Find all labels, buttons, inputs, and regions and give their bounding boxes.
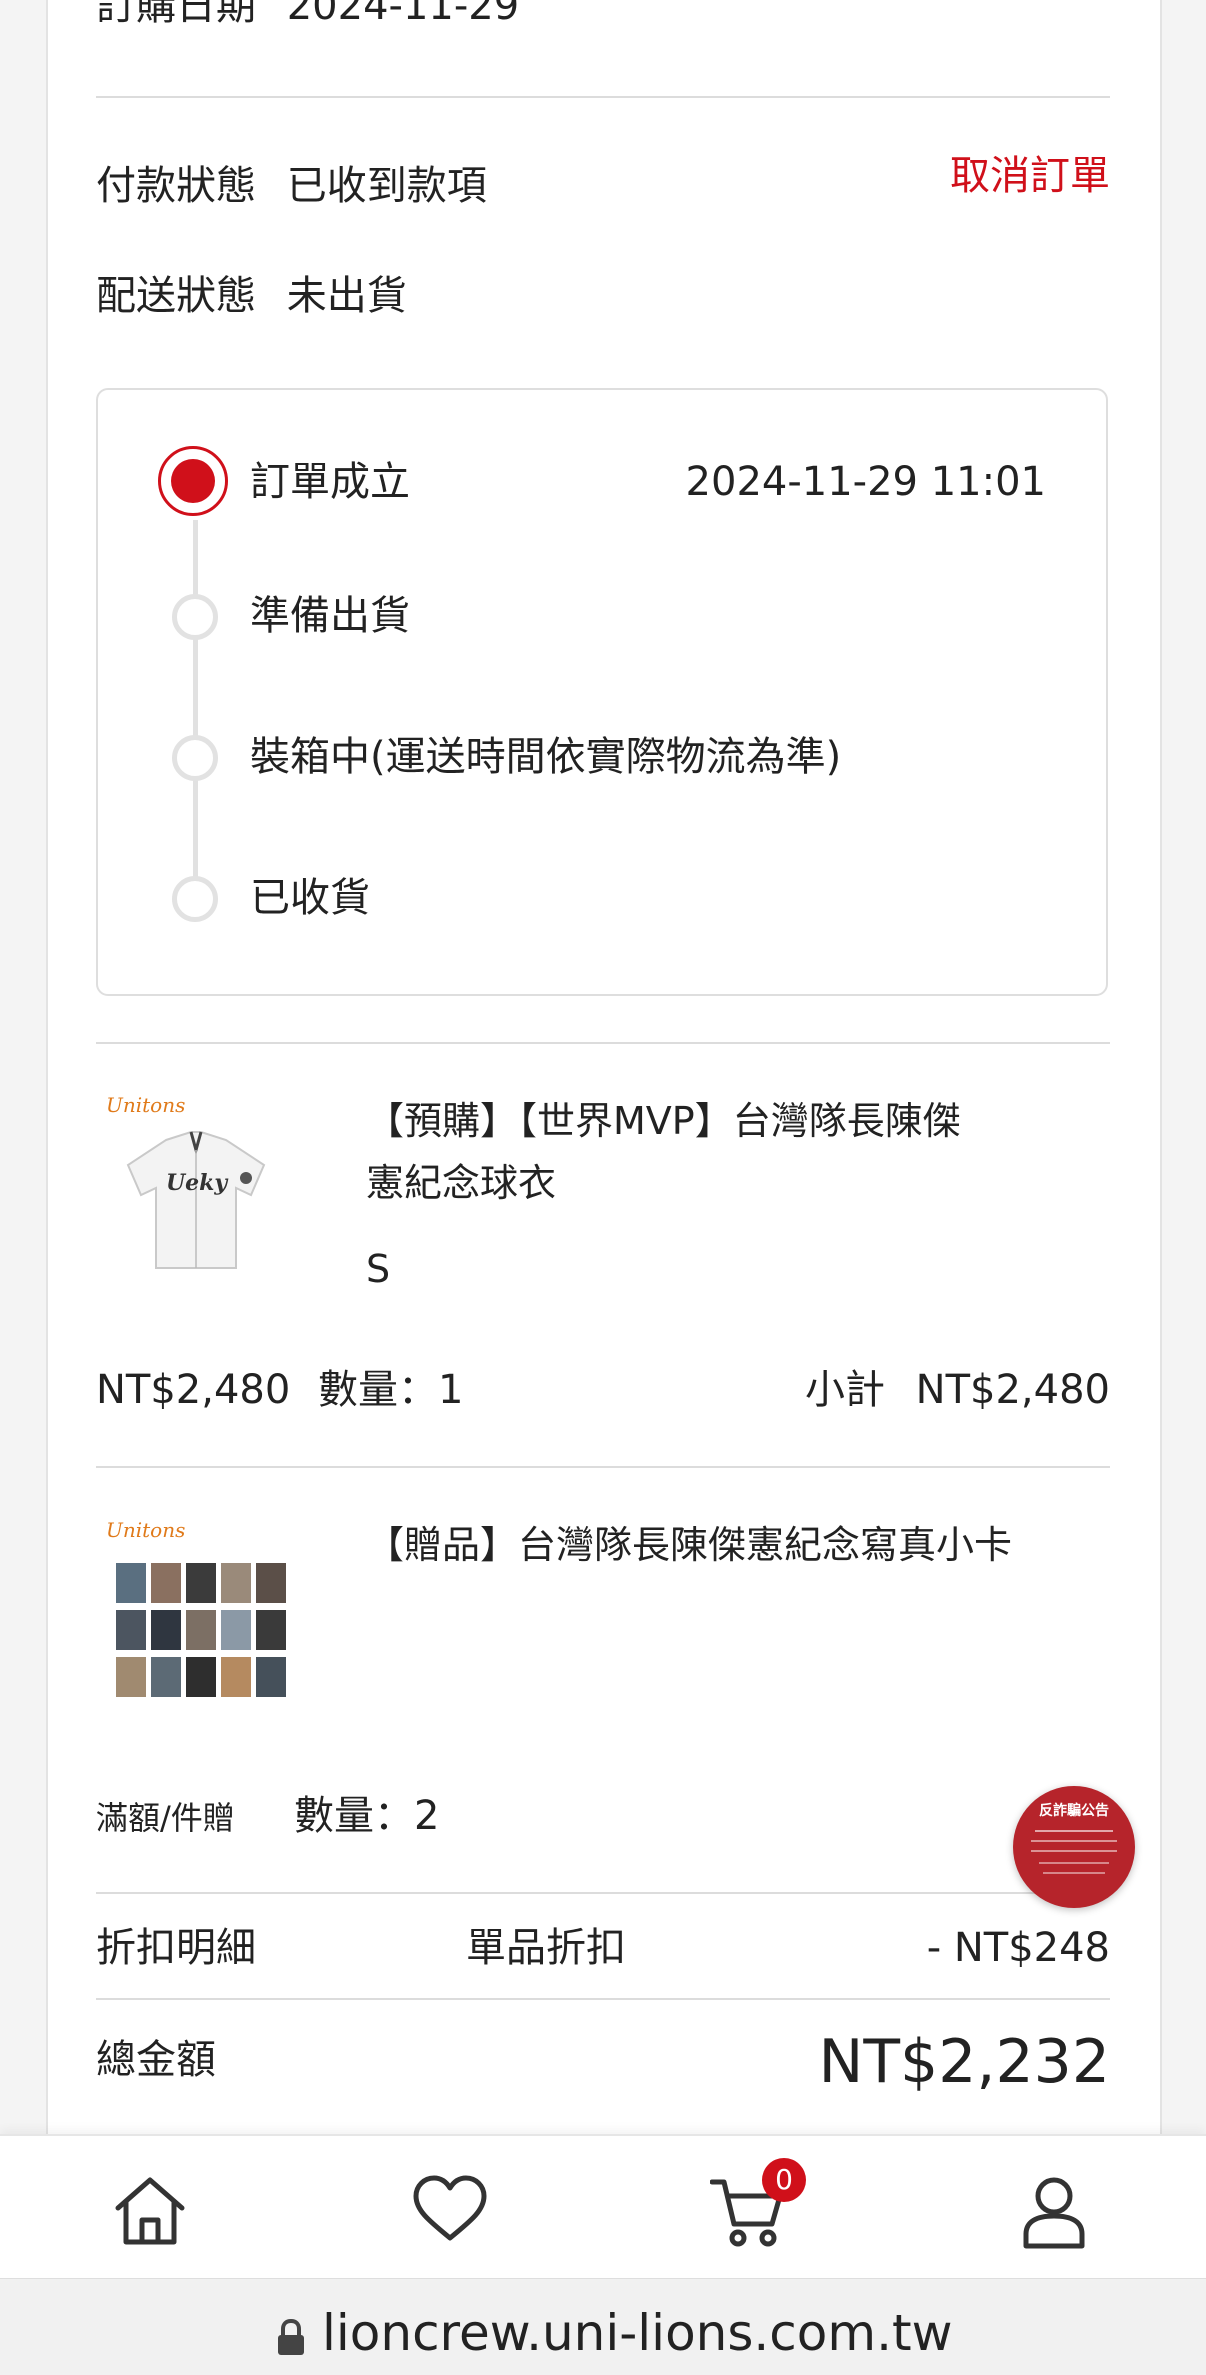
product-title[interactable]: 【贈品】台灣隊長陳傑憲紀念寫真小卡	[366, 1522, 1012, 1568]
discount-label: 折扣明細	[96, 1925, 256, 1971]
timeline-step-label: 裝箱中(運送時間依實際物流為準)	[250, 734, 842, 780]
divider	[96, 96, 1110, 98]
delivery-status-label: 配送狀態	[96, 273, 256, 319]
timeline-step-pending-icon	[172, 594, 218, 640]
total-value: NT$2,232	[818, 2027, 1110, 2097]
timeline-step-label: 準備出貨	[250, 593, 410, 639]
divider	[96, 1998, 1110, 2000]
discount-value: - NT$248	[926, 1925, 1110, 1971]
timeline-track	[193, 520, 198, 900]
divider	[96, 1042, 1110, 1044]
timeline-step-time: 2024-11-29 11:01	[685, 459, 1046, 505]
payment-status-row: 付款狀態 已收到款項	[96, 162, 487, 210]
browser-url[interactable]: lioncrew.uni-lions.com.tw	[322, 2303, 952, 2363]
browser-address-bar[interactable]: lioncrew.uni-lions.com.tw	[0, 2278, 1206, 2375]
brand-logo-text: Unitons	[106, 1093, 185, 1117]
timeline-step-active-icon	[158, 446, 228, 516]
cancel-order-button[interactable]: 取消訂單	[950, 152, 1110, 200]
subtotal-label: 小計	[804, 1367, 885, 1413]
timeline-step-pending-icon	[172, 876, 218, 922]
cart-count-badge: 0	[762, 2158, 806, 2202]
lock-icon	[278, 2319, 304, 2355]
product-title-line2[interactable]: 憲紀念球衣	[366, 1160, 556, 1206]
gift-tag: 滿額/件贈	[96, 1799, 235, 1837]
product-variant: S	[366, 1247, 391, 1291]
wishlist-button[interactable]	[302, 2136, 602, 2280]
anti-fraud-notice-label: 反詐騙公告	[1039, 1803, 1109, 1819]
timeline-step-label: 訂單成立	[250, 459, 410, 505]
anti-fraud-notice-button[interactable]: 反詐騙公告	[1013, 1786, 1135, 1908]
discount-type: 單品折扣	[466, 1925, 626, 1971]
product-quantity: 數量：2	[294, 1793, 440, 1839]
timeline-step-pending-icon	[172, 735, 218, 781]
jersey-product-image[interactable]: Unitons Ueky	[96, 1090, 296, 1290]
brand-logo-text: Unitons	[106, 1518, 185, 1542]
product-title-line1[interactable]: 【預購】【世界MVP】台灣隊長陳傑	[366, 1098, 961, 1144]
payment-status-value: 已收到款項	[286, 163, 487, 209]
delivery-status-value: 未出貨	[286, 273, 407, 319]
divider	[96, 1892, 1110, 1894]
jersey-logo-text: Ueky	[166, 1170, 229, 1196]
home-button[interactable]	[0, 2136, 300, 2280]
divider	[96, 1466, 1110, 1468]
cart-button[interactable]	[604, 2136, 904, 2280]
heart-icon	[413, 2175, 487, 2241]
order-date-row: 訂購日期 2024-11-29	[96, 0, 519, 30]
bottom-navigation	[0, 2134, 1206, 2280]
order-date-value: 2024-11-29	[286, 0, 520, 29]
payment-status-label: 付款狀態	[96, 163, 256, 209]
delivery-status-row: 配送狀態 未出貨	[96, 272, 407, 320]
timeline-step-label: 已收貨	[250, 875, 370, 921]
account-button[interactable]	[906, 2136, 1206, 2280]
product-quantity: 數量：1	[318, 1367, 464, 1413]
subtotal-value: NT$2,480	[915, 1367, 1110, 1413]
total-label: 總金額	[96, 2037, 216, 2083]
user-icon	[1023, 2177, 1085, 2249]
photo-cards-product-image[interactable]: Unitons	[96, 1515, 326, 1735]
product-price: NT$2,480	[96, 1367, 291, 1413]
product-subtotal: 小計 NT$2,480	[805, 1366, 1110, 1414]
home-icon	[115, 2177, 185, 2245]
order-date-label: 訂購日期	[96, 0, 256, 29]
